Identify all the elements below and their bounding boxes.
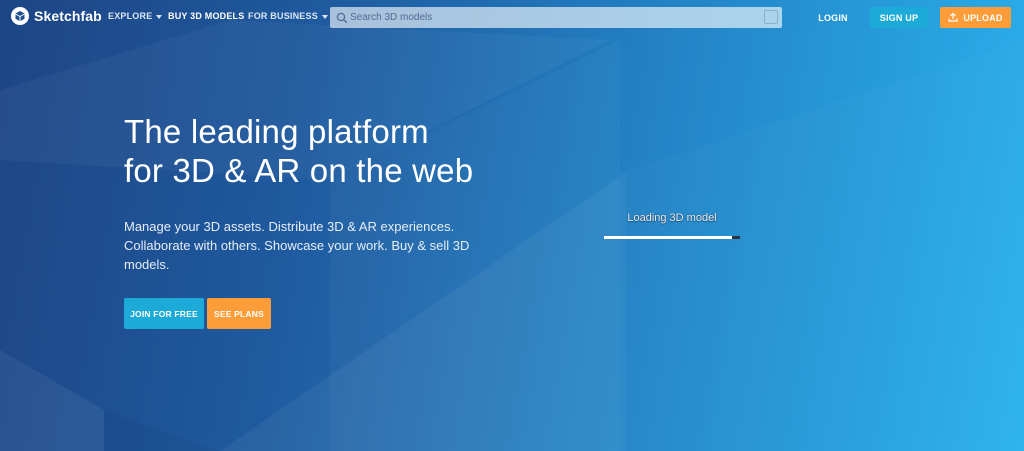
hero-title-line-2: for 3D & AR on the web [124,152,474,189]
loading-text: Loading 3D model [627,212,717,224]
search-input[interactable] [350,7,750,28]
nav-for-business[interactable]: FOR BUSINESS [248,11,328,21]
upload-label: UPLOAD [963,12,1003,23]
logo-text: Sketchfab [34,8,102,24]
search-icon [336,11,348,29]
loading-progress-bar [604,236,740,239]
chevron-down-icon [156,14,163,19]
nav-business-label: FOR BUSINESS [248,11,318,21]
upload-button[interactable]: UPLOAD [940,7,1011,28]
hero-title: The leading platform for 3D & AR on the … [124,112,544,190]
nav-buy-3d-models[interactable]: BUY 3D MODELS [168,11,244,21]
nav-explore-label: EXPLORE [108,11,153,21]
login-button[interactable]: LOGIN [805,7,861,28]
sketchfab-logo[interactable]: Sketchfab [11,7,102,25]
upload-icon [948,12,958,24]
loading-progress-fill [604,236,732,239]
see-plans-button[interactable]: SEE PLANS [207,298,271,329]
hero-title-line-1: The leading platform [124,113,429,150]
search-options-icon[interactable] [764,10,778,24]
hero-description: Manage your 3D assets. Distribute 3D & A… [124,219,470,272]
signup-button[interactable]: SIGN UP [870,7,928,28]
search-bar [330,7,782,28]
cube-logo-icon [11,7,29,25]
join-for-free-button[interactable]: JOIN FOR FREE [124,298,204,329]
chevron-down-icon [321,14,328,19]
top-navigation: Sketchfab EXPLORE BUY 3D MODELS FOR BUSI… [0,0,1024,34]
nav-buy-label: BUY 3D MODELS [168,11,245,21]
nav-explore[interactable]: EXPLORE [108,11,163,21]
